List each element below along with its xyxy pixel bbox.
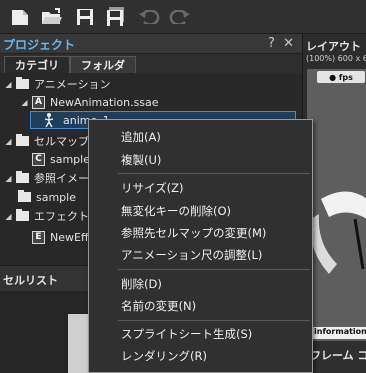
tree-item-cellmap-sample[interactable]: C sample xyxy=(32,150,90,168)
menu-separator xyxy=(118,269,310,270)
cell-list-title: セルリスト xyxy=(3,274,58,287)
menu-separator xyxy=(118,173,310,174)
cellmap-file-icon: C xyxy=(32,152,45,166)
tree-label: セルマップ xyxy=(34,135,89,148)
fps-badge: ● fps xyxy=(317,71,365,83)
tree-label: アニメーション xyxy=(34,78,111,91)
tree-label: sample xyxy=(50,152,90,166)
expand-triangle-icon[interactable]: ◢ xyxy=(20,98,29,107)
tree-folder-cellmap[interactable]: ◢ セルマップ xyxy=(4,132,89,150)
context-menu: 追加(A) 複製(U) リサイズ(Z) 無変化キーの削除(O) 参照先セルマップ… xyxy=(88,119,313,373)
menu-item-delete-unchanged-keys[interactable]: 無変化キーの削除(O) xyxy=(121,203,231,219)
information-bar: information xyxy=(311,327,366,339)
animation-file-icon: A xyxy=(32,95,45,109)
project-panel-header: プロジェクト ? ✕ xyxy=(0,34,302,54)
person-icon xyxy=(43,113,57,127)
tab-folder[interactable]: フォルダ xyxy=(70,56,136,73)
expand-triangle-icon[interactable]: ◢ xyxy=(4,174,13,183)
expand-triangle-icon[interactable]: ◢ xyxy=(4,137,13,146)
redo-icon[interactable] xyxy=(168,6,192,28)
menu-item-delete[interactable]: 削除(D) xyxy=(121,276,162,292)
project-panel-title: プロジェクト xyxy=(3,38,76,52)
tree-label: sample xyxy=(36,190,76,204)
tree-item-reference-sample[interactable]: sample xyxy=(18,188,76,206)
layout-canvas[interactable]: ● fps xyxy=(307,69,366,369)
menu-item-rename[interactable]: 名前の変更(N) xyxy=(121,298,196,314)
help-button[interactable]: ? xyxy=(268,36,277,51)
save-icon[interactable] xyxy=(73,6,97,28)
layout-size-info: (100%) 600 x 600 xyxy=(306,54,366,63)
folder-icon xyxy=(16,77,29,89)
app-window: プロジェクト ? ✕ カテゴリ フォルダ ◢ アニメーション ◢ A NewAn… xyxy=(0,0,366,373)
menu-item-duplicate[interactable]: 複製(U) xyxy=(121,152,161,168)
tree-item-ssae[interactable]: ◢ A NewAnimation.ssae xyxy=(20,93,159,111)
cell-thumbnail[interactable] xyxy=(68,314,90,373)
expand-triangle-icon[interactable]: ◢ xyxy=(4,80,13,89)
close-button[interactable]: ✕ xyxy=(283,36,296,51)
menu-item-render[interactable]: レンダリング(R) xyxy=(121,348,207,364)
menu-item-sprite-sheet[interactable]: スプライトシート生成(S) xyxy=(121,326,252,342)
folder-icon xyxy=(16,209,29,221)
project-tabs: カテゴリ フォルダ xyxy=(0,54,302,73)
layout-title: レイアウト xyxy=(306,40,361,53)
menu-item-add[interactable]: 追加(A) xyxy=(121,129,161,145)
panel-header-buttons: ? ✕ xyxy=(268,36,296,51)
menu-item-adjust-length[interactable]: アニメーション尺の調整(L) xyxy=(121,247,262,263)
effect-file-icon: E xyxy=(32,230,45,244)
menu-item-change-cellmap[interactable]: 参照先セルマップの変更(M) xyxy=(121,225,266,241)
folder-icon xyxy=(16,171,29,183)
image-file-icon xyxy=(18,190,31,202)
tree-label: エフェクト xyxy=(34,210,89,223)
tree-label: NewAnimation.ssae xyxy=(50,95,159,109)
expand-triangle-icon[interactable]: ◢ xyxy=(4,212,13,221)
open-folder-icon[interactable] xyxy=(40,6,64,28)
new-file-icon[interactable] xyxy=(8,6,32,28)
save-all-icon[interactable] xyxy=(104,6,128,28)
frame-control-title: フレーム コントロール xyxy=(310,349,366,362)
menu-separator xyxy=(118,320,310,321)
folder-icon xyxy=(16,134,29,146)
canvas-preview-shape xyxy=(310,191,366,274)
undo-icon[interactable] xyxy=(137,6,161,28)
tree-folder-animation[interactable]: ◢ アニメーション xyxy=(4,75,111,93)
tree-folder-reference[interactable]: ◢ 参照イメージ xyxy=(4,169,100,187)
tree-folder-effect[interactable]: ◢ エフェクト xyxy=(4,207,89,225)
toolbar xyxy=(0,0,366,34)
tab-category[interactable]: カテゴリ xyxy=(4,56,70,73)
menu-item-resize[interactable]: リサイズ(Z) xyxy=(121,180,184,196)
